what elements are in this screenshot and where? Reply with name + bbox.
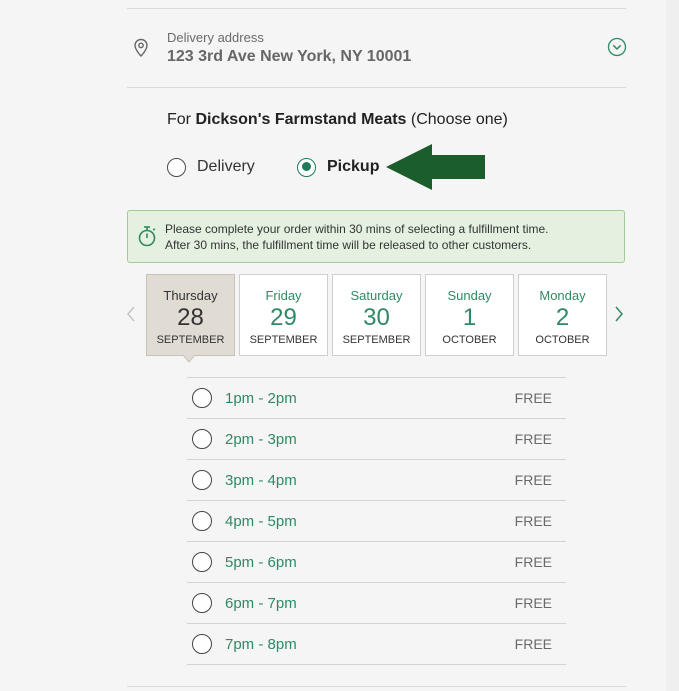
day-date: 1 [462, 304, 477, 331]
notice-text: Please complete your order within 30 min… [165, 221, 549, 253]
choose-hint: (Choose one) [410, 111, 508, 128]
map-pin-icon [134, 38, 148, 58]
day-saturday-30[interactable]: Saturday 30 SEPTEMBER [332, 274, 421, 356]
day-friday-29[interactable]: Friday 29 SEPTEMBER [239, 274, 328, 356]
page-scroll-gutter [666, 0, 679, 691]
chevron-right-icon[interactable] [612, 302, 626, 326]
time-slot-price: FREE [514, 636, 552, 652]
delivery-radio[interactable] [167, 157, 186, 177]
delivery-address-label: Delivery address [167, 30, 264, 45]
time-slot-list: 1pm - 2pm FREE 2pm - 3pm FREE 3pm - 4pm … [187, 377, 566, 665]
day-month: OCTOBER [442, 334, 497, 346]
chevron-down-circle-icon[interactable] [607, 37, 627, 57]
store-name: Dickson's Farmstand Meats [195, 111, 407, 128]
time-slot-radio[interactable] [192, 429, 212, 449]
day-date: 2 [555, 304, 570, 331]
day-date: 28 [177, 304, 204, 331]
time-slot-radio[interactable] [192, 552, 212, 572]
delivery-address-value: 123 3rd Ave New York, NY 10001 [167, 48, 412, 65]
time-slot-row[interactable]: 7pm - 8pm FREE [187, 624, 566, 665]
time-slot-time: 5pm - 6pm [225, 554, 297, 571]
divider [127, 686, 626, 687]
time-slot-row[interactable]: 3pm - 4pm FREE [187, 460, 566, 501]
time-slot-radio[interactable] [192, 388, 212, 408]
day-thursday-28[interactable]: Thursday 28 SEPTEMBER [146, 274, 235, 356]
annotation-arrow-icon [386, 144, 485, 190]
day-weekday: Sunday [447, 288, 492, 303]
time-slot-radio[interactable] [192, 470, 212, 490]
time-slot-time: 7pm - 8pm [225, 636, 297, 653]
selected-day-pointer [183, 355, 195, 363]
day-weekday: Saturday [350, 288, 403, 303]
day-weekday: Monday [539, 288, 586, 303]
time-slot-row[interactable]: 5pm - 6pm FREE [187, 542, 566, 583]
time-slot-time: 1pm - 2pm [225, 390, 297, 407]
time-slot-row[interactable]: 1pm - 2pm FREE [187, 378, 566, 419]
day-date: 30 [363, 304, 390, 331]
day-weekday: Friday [265, 288, 302, 303]
time-slot-time: 3pm - 4pm [225, 472, 297, 489]
chevron-left-icon[interactable] [124, 302, 138, 326]
day-date: 29 [270, 304, 297, 331]
time-slot-radio[interactable] [192, 511, 212, 531]
divider [127, 8, 626, 9]
stopwatch-icon [138, 226, 156, 247]
time-slot-time: 6pm - 7pm [225, 595, 297, 612]
notice-line-2: After 30 mins, the fulfillment time will… [165, 238, 532, 252]
day-month: SEPTEMBER [249, 334, 318, 346]
delivery-radio-label: Delivery [197, 158, 255, 175]
pickup-radio-label: Pickup [327, 158, 380, 175]
time-slot-radio[interactable] [192, 593, 212, 613]
delivery-radio-option[interactable]: Delivery [167, 155, 255, 179]
time-slot-row[interactable]: 4pm - 5pm FREE [187, 501, 566, 542]
day-sunday-1[interactable]: Sunday 1 OCTOBER [425, 274, 514, 356]
fulfillment-heading: For Dickson's Farmstand Meats (Choose on… [167, 111, 508, 129]
time-slot-row[interactable]: 6pm - 7pm FREE [187, 583, 566, 624]
time-slot-price: FREE [514, 472, 552, 488]
for-prefix: For [167, 111, 191, 128]
time-slot-row[interactable]: 2pm - 3pm FREE [187, 419, 566, 460]
time-slot-price: FREE [514, 595, 552, 611]
divider [127, 87, 626, 88]
time-slot-price: FREE [514, 513, 552, 529]
pickup-radio[interactable] [297, 157, 316, 177]
day-weekday: Thursday [163, 288, 218, 303]
day-monday-2[interactable]: Monday 2 OCTOBER [518, 274, 607, 356]
time-slot-price: FREE [514, 431, 552, 447]
day-month: OCTOBER [535, 334, 590, 346]
time-slot-radio[interactable] [192, 634, 212, 654]
day-month: SEPTEMBER [342, 334, 411, 346]
day-month: SEPTEMBER [156, 334, 225, 346]
pickup-radio-option[interactable]: Pickup [297, 155, 379, 179]
time-slot-time: 4pm - 5pm [225, 513, 297, 530]
time-slot-price: FREE [514, 554, 552, 570]
time-slot-price: FREE [514, 390, 552, 406]
time-limit-notice: Please complete your order within 30 min… [127, 210, 625, 263]
notice-line-1: Please complete your order within 30 min… [165, 222, 549, 236]
time-slot-time: 2pm - 3pm [225, 431, 297, 448]
